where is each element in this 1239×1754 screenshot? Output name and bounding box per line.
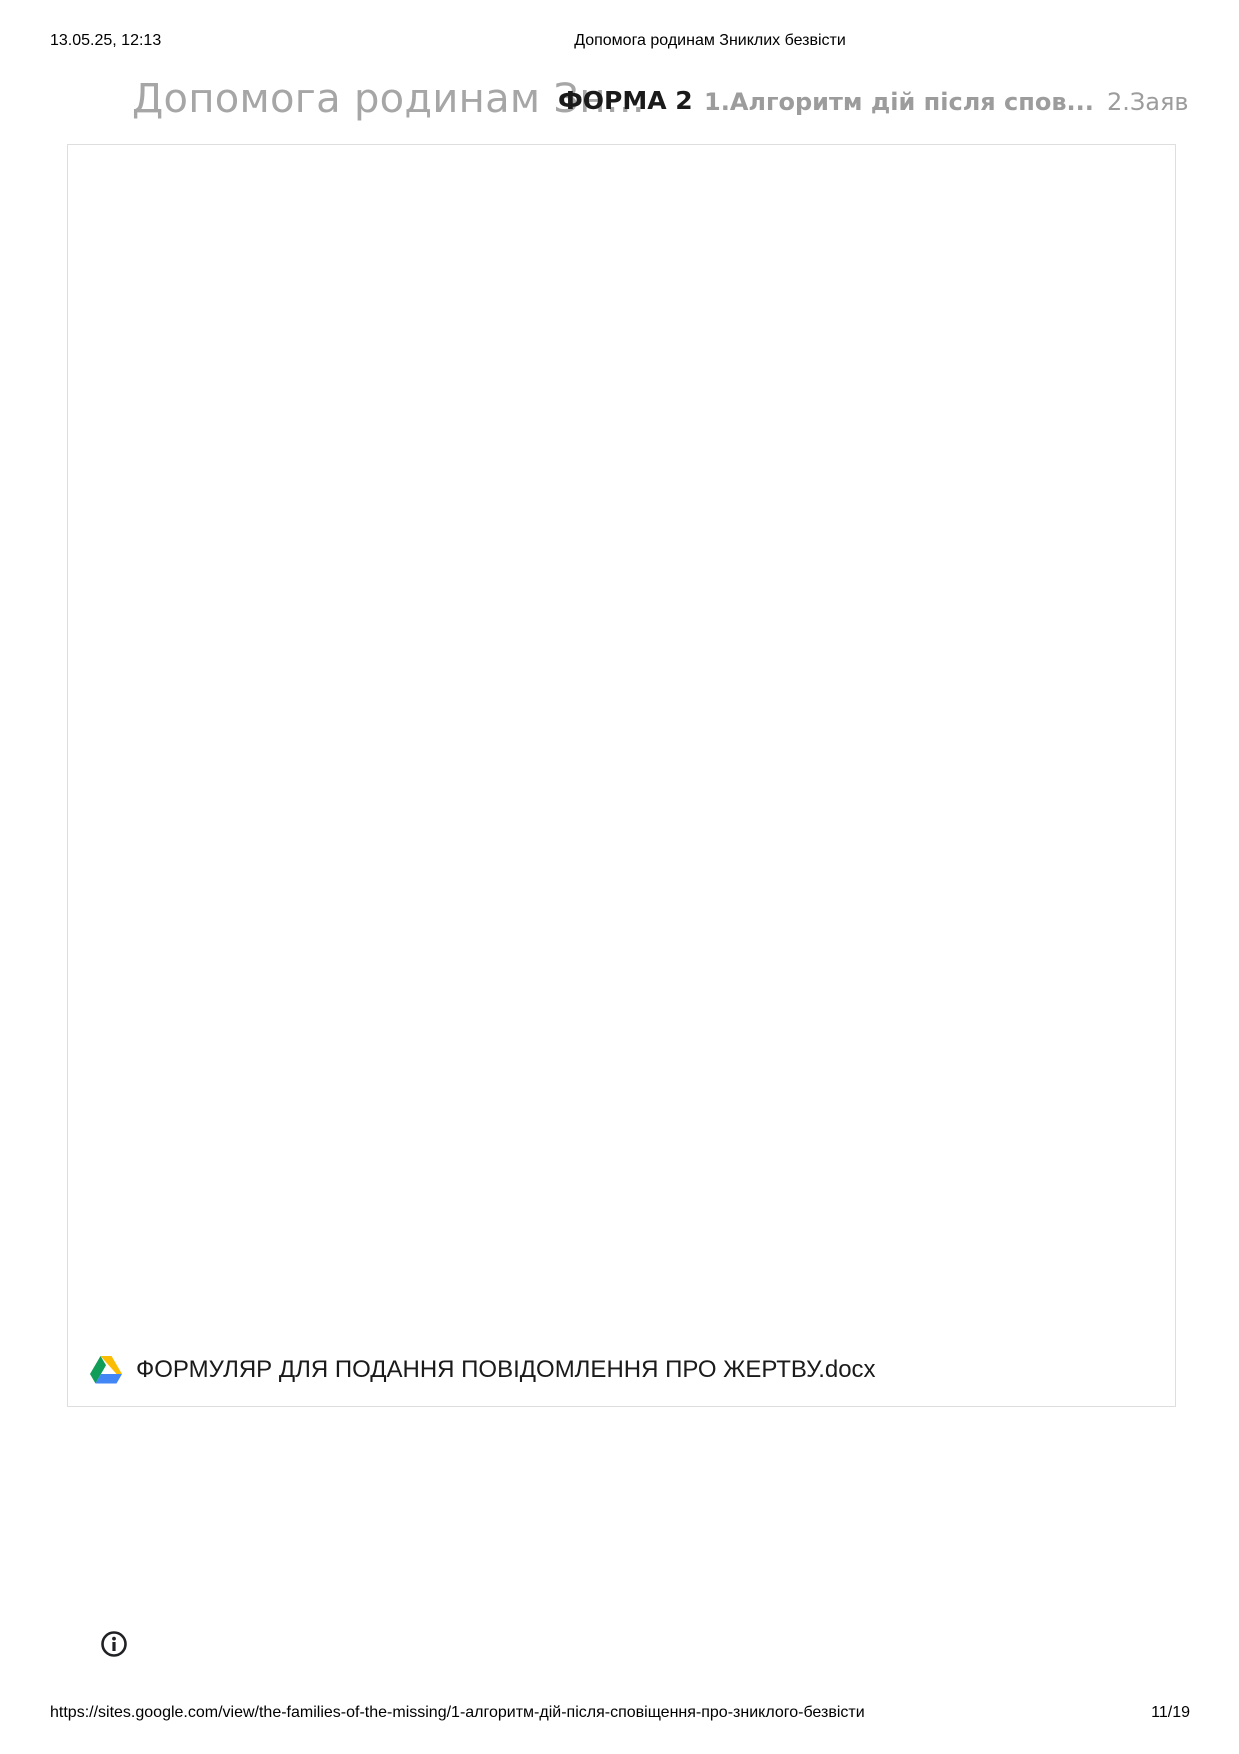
embed-file-row[interactable]: ФОРМУЛЯР ДЛЯ ПОДАННЯ ПОВІДОМЛЕННЯ ПРО ЖЕ… <box>90 1356 876 1384</box>
nav-item-current[interactable]: ФОРМА 2 <box>558 86 693 115</box>
google-drive-icon <box>90 1356 122 1384</box>
nav-item-application[interactable]: 2.Заяв <box>1107 88 1189 116</box>
drive-embed-frame[interactable]: ФОРМУЛЯР ДЛЯ ПОДАННЯ ПОВІДОМЛЕННЯ ПРО ЖЕ… <box>67 144 1176 1407</box>
info-icon[interactable] <box>100 1630 128 1658</box>
embed-file-name[interactable]: ФОРМУЛЯР ДЛЯ ПОДАННЯ ПОВІДОМЛЕННЯ ПРО ЖЕ… <box>136 1356 876 1384</box>
nav-item-algorithm[interactable]: 1.Алгоритм дій після спов... <box>704 88 1094 116</box>
print-page-title: Допомога родинам Зниклих безвісти <box>574 32 846 49</box>
print-page-number: 11/19 <box>1151 1704 1190 1721</box>
print-footer-url: https://sites.google.com/view/the-famili… <box>50 1704 865 1721</box>
